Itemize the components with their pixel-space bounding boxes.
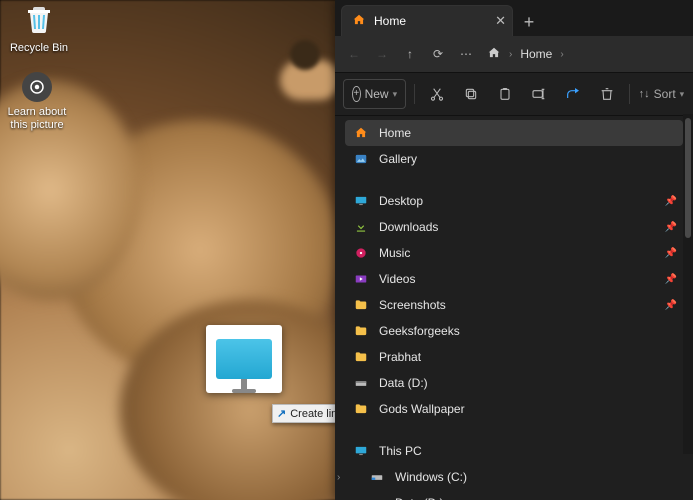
sort-icon: ↑↓ xyxy=(639,88,650,100)
music-icon xyxy=(353,245,369,261)
folder-icon xyxy=(353,323,369,339)
sidebar-item-screenshots[interactable]: Screenshots 📌 xyxy=(345,292,683,318)
sidebar-item-label: This PC xyxy=(379,444,422,458)
sidebar-item-label: Prabhat xyxy=(379,350,421,364)
desktop-icon-label: Learn about this picture xyxy=(2,106,72,132)
desktop-icon-label: Recycle Bin xyxy=(4,42,74,55)
sidebar-item-label: Geeksforgeeks xyxy=(379,324,460,338)
folder-icon xyxy=(353,349,369,365)
shortcut-arrow-icon: ↗ xyxy=(277,407,286,420)
copy-button[interactable] xyxy=(457,80,485,108)
this-pc-icon xyxy=(353,443,369,459)
plus-circle-icon: + xyxy=(352,86,361,102)
sidebar-item-data-d[interactable]: › Data (D:) xyxy=(345,490,683,500)
sidebar-item-label: Data (D:) xyxy=(379,376,428,390)
home-icon xyxy=(353,125,369,141)
sidebar-item-home[interactable]: Home xyxy=(345,120,683,146)
separator xyxy=(345,422,683,438)
sidebar-item-label: Desktop xyxy=(379,194,423,208)
sidebar-item-gallery[interactable]: Gallery xyxy=(345,146,683,172)
breadcrumb-item[interactable]: Home xyxy=(520,47,552,61)
sidebar-item-label: Downloads xyxy=(379,220,438,234)
home-icon xyxy=(352,13,366,30)
spotlight-icon xyxy=(22,72,52,102)
sidebar-item-prabhat[interactable]: Prabhat xyxy=(345,344,683,370)
separator xyxy=(345,172,683,188)
sidebar-item-desktop[interactable]: Desktop 📌 xyxy=(345,188,683,214)
sidebar-item-label: Windows (C:) xyxy=(395,470,467,484)
sidebar-item-data-d[interactable]: Data (D:) xyxy=(345,370,683,396)
desktop-icon-recycle-bin[interactable]: Recycle Bin xyxy=(4,2,74,55)
sidebar-item-this-pc[interactable]: This PC xyxy=(345,438,683,464)
up-button[interactable]: ↑ xyxy=(397,41,423,67)
pin-icon[interactable]: 📌 xyxy=(665,300,677,311)
scrollbar-thumb[interactable] xyxy=(685,118,691,238)
tab-bar: Home ✕ + xyxy=(335,0,693,36)
more-nav-button[interactable]: ⋯ xyxy=(453,41,479,67)
separator xyxy=(629,84,630,104)
sidebar-item-label: Music xyxy=(379,246,410,260)
chevron-right-icon: › xyxy=(509,49,512,60)
delete-button[interactable] xyxy=(593,80,621,108)
sidebar-item-label: Home xyxy=(379,126,411,140)
pin-icon[interactable]: 📌 xyxy=(665,196,677,207)
rename-button[interactable] xyxy=(525,80,553,108)
sidebar-item-geeksforgeeks[interactable]: Geeksforgeeks xyxy=(345,318,683,344)
wallpaper-blob xyxy=(290,40,320,70)
separator xyxy=(414,84,415,104)
chevron-down-icon: ▾ xyxy=(680,89,685,100)
new-button[interactable]: + New ▾ xyxy=(343,79,406,109)
tab-label: Home xyxy=(374,14,406,28)
drive-icon xyxy=(369,495,385,500)
sidebar-item-label: Screenshots xyxy=(379,298,446,312)
chevron-right-icon: › xyxy=(560,49,563,60)
folder-icon xyxy=(353,297,369,313)
navigation-pane: Home Gallery Desktop 📌 Downloads 📌 Music… xyxy=(335,116,693,500)
paste-button[interactable] xyxy=(491,80,519,108)
gallery-icon xyxy=(353,151,369,167)
download-icon xyxy=(353,219,369,235)
scrollbar[interactable] xyxy=(683,114,693,454)
sidebar-item-label: Data (D:) xyxy=(395,496,444,500)
drag-preview-this-pc xyxy=(206,325,282,393)
address-bar: ← → ↑ ⟳ ⋯ › Home › xyxy=(335,36,693,73)
sidebar-item-label: Gods Wallpaper xyxy=(379,402,465,416)
chevron-right-icon[interactable]: › xyxy=(337,472,340,483)
sidebar-item-windows-c[interactable]: › Windows (C:) xyxy=(345,464,683,490)
new-tab-button[interactable]: + xyxy=(515,8,543,36)
close-icon[interactable]: ✕ xyxy=(495,13,506,29)
folder-icon xyxy=(353,401,369,417)
breadcrumb[interactable]: › Home › xyxy=(487,46,564,63)
sidebar-item-downloads[interactable]: Downloads 📌 xyxy=(345,214,683,240)
sidebar-item-gods-wallpaper[interactable]: Gods Wallpaper xyxy=(345,396,683,422)
recycle-bin-icon xyxy=(21,2,57,38)
monitor-icon xyxy=(216,339,272,379)
desktop-icon-learn-about-picture[interactable]: Learn about this picture xyxy=(2,72,72,132)
sidebar-item-label: Videos xyxy=(379,272,415,286)
file-explorer-window: Home ✕ + ← → ↑ ⟳ ⋯ › Home › + New ▾ ↑ xyxy=(335,0,693,500)
toolbar: + New ▾ ↑↓ Sort ▾ xyxy=(335,73,693,116)
home-icon xyxy=(487,46,501,63)
sort-button[interactable]: ↑↓ Sort ▾ xyxy=(638,80,685,108)
sidebar-item-music[interactable]: Music 📌 xyxy=(345,240,683,266)
drive-icon xyxy=(369,469,385,485)
refresh-button[interactable]: ⟳ xyxy=(425,41,451,67)
desktop-icon xyxy=(353,193,369,209)
tab-home[interactable]: Home ✕ xyxy=(341,5,513,36)
drive-icon xyxy=(353,375,369,391)
sidebar-item-videos[interactable]: Videos 📌 xyxy=(345,266,683,292)
pin-icon[interactable]: 📌 xyxy=(665,248,677,259)
forward-button[interactable]: → xyxy=(369,41,395,67)
new-button-label: New xyxy=(365,87,389,101)
pin-icon[interactable]: 📌 xyxy=(665,274,677,285)
video-icon xyxy=(353,271,369,287)
share-button[interactable] xyxy=(559,80,587,108)
sidebar-item-label: Gallery xyxy=(379,152,417,166)
back-button[interactable]: ← xyxy=(341,41,367,67)
sort-label: Sort xyxy=(654,87,676,101)
cut-button[interactable] xyxy=(423,80,451,108)
chevron-down-icon: ▾ xyxy=(393,89,398,100)
pin-icon[interactable]: 📌 xyxy=(665,222,677,233)
